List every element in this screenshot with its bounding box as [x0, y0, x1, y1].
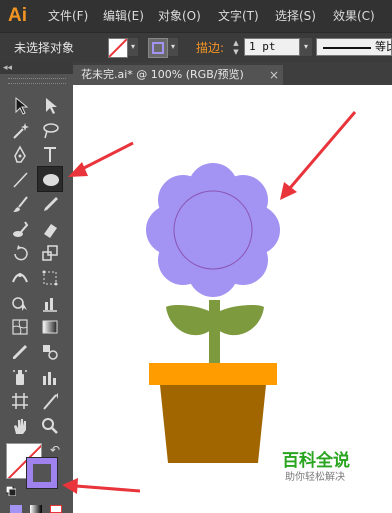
- swap-fill-stroke-icon[interactable]: ↶: [50, 444, 60, 456]
- magic-wand-tool[interactable]: [7, 117, 33, 143]
- paintbrush-tool[interactable]: [7, 191, 33, 217]
- document-tab-bar: 花未完.ai* @ 100% (RGB/预览) ×: [73, 62, 392, 85]
- width-icon: [12, 273, 28, 283]
- line-segment-icon: [13, 172, 28, 188]
- scale-icon: [42, 245, 58, 261]
- graph-tool[interactable]: [37, 290, 63, 316]
- stroke-profile-select[interactable]: 等比: [316, 38, 392, 56]
- gradient-tool[interactable]: [37, 314, 63, 340]
- ellipse-tool[interactable]: [37, 166, 63, 192]
- fill-color-swatch[interactable]: [108, 38, 128, 58]
- lasso-icon: [43, 123, 59, 139]
- artboard-icon: [12, 393, 28, 409]
- flower-petals: [146, 163, 280, 297]
- shape-builder-icon: [12, 297, 27, 311]
- stroke-dropdown-arrow[interactable]: ▾: [168, 38, 178, 56]
- paintbrush-icon: [13, 196, 28, 212]
- artboard-canvas[interactable]: [73, 85, 392, 513]
- rotate-icon: [14, 245, 28, 261]
- symbol-sprayer-tool[interactable]: [7, 364, 33, 390]
- mesh-icon: [12, 319, 28, 335]
- pen-icon: [14, 145, 26, 163]
- menu-effect[interactable]: 效果(C): [333, 8, 375, 24]
- profile-label: 等比: [375, 40, 392, 53]
- slice-tool[interactable]: [37, 388, 63, 414]
- selection-status: 未选择对象: [14, 41, 75, 55]
- flower-pot: [149, 363, 277, 463]
- eraser-icon: [44, 224, 57, 238]
- no-fill-icon: [109, 39, 127, 57]
- graph-icon: [43, 298, 57, 312]
- zoom-icon: [42, 418, 58, 434]
- pen-tool[interactable]: [7, 141, 33, 167]
- hand-icon: [14, 419, 26, 434]
- shape-builder-tool[interactable]: [7, 290, 33, 316]
- panel-grip[interactable]: [8, 78, 66, 84]
- document-tab-title: 花未完.ai* @ 100% (RGB/预览): [81, 68, 244, 81]
- zoom-tool[interactable]: [37, 413, 63, 439]
- color-mode-button[interactable]: [10, 505, 22, 513]
- document-tab[interactable]: 花未完.ai* @ 100% (RGB/预览) ×: [73, 65, 283, 85]
- menu-type[interactable]: 文字(T): [218, 8, 259, 24]
- menu-file[interactable]: 文件(F): [48, 8, 88, 24]
- profile-line-preview: [323, 47, 371, 49]
- width-tool[interactable]: [7, 265, 33, 291]
- free-transform-tool[interactable]: [37, 265, 63, 291]
- column-graph-tool[interactable]: [37, 364, 63, 390]
- fill-dropdown-arrow[interactable]: ▾: [128, 38, 138, 56]
- pencil-tool[interactable]: [37, 191, 63, 217]
- menu-edit[interactable]: 编辑(E): [103, 8, 144, 24]
- menu-bar: Ai 文件(F) 编辑(E) 对象(O) 文字(T) 选择(S) 效果(C): [0, 0, 392, 32]
- eraser-tool[interactable]: [37, 216, 63, 242]
- line-segment-tool[interactable]: [7, 166, 33, 192]
- gradient-mode-button[interactable]: [30, 505, 42, 513]
- stroke-square-icon: [152, 42, 164, 54]
- scale-tool[interactable]: [37, 240, 63, 266]
- stroke-color-swatch[interactable]: [148, 38, 168, 58]
- blob-brush-tool[interactable]: [7, 216, 33, 242]
- flower-artwork: [146, 163, 280, 463]
- free-transform-icon: [42, 270, 58, 286]
- blend-icon: [43, 345, 58, 360]
- type-tool[interactable]: [37, 141, 63, 167]
- collapse-icon[interactable]: ◂◂: [3, 62, 12, 74]
- eyedropper-tool[interactable]: [7, 339, 33, 365]
- hand-tool[interactable]: [7, 413, 33, 439]
- control-bar: 未选择对象 ▾ ▾ 描边: ▲ ▼ 1 pt ▾ 等比: [0, 32, 392, 64]
- menu-object[interactable]: 对象(O): [158, 8, 201, 24]
- stroke-weight-stepper[interactable]: ▲ ▼: [230, 39, 242, 57]
- type-icon: [44, 147, 56, 162]
- stroke-weight-input[interactable]: 1 pt: [244, 38, 300, 56]
- blob-brush-icon: [13, 221, 29, 237]
- artboard-tool[interactable]: [7, 388, 33, 414]
- direct-selection-tool[interactable]: [37, 92, 63, 118]
- direct-selection-icon: [46, 98, 57, 114]
- stroke-weight-dropdown[interactable]: ▾: [300, 38, 312, 56]
- selection-tool[interactable]: [7, 92, 33, 118]
- close-icon[interactable]: ×: [269, 67, 279, 83]
- blend-tool[interactable]: [37, 339, 63, 365]
- symbol-sprayer-icon: [13, 370, 27, 385]
- ellipse-icon: [43, 174, 59, 186]
- pencil-icon: [44, 197, 58, 211]
- app-logo: Ai: [8, 5, 27, 26]
- menu-select[interactable]: 选择(S): [275, 8, 316, 24]
- mesh-tool[interactable]: [7, 314, 33, 340]
- stroke-swatch-large[interactable]: [26, 457, 58, 489]
- lasso-tool[interactable]: [37, 117, 63, 143]
- eyedropper-icon: [13, 345, 27, 359]
- magic-wand-icon: [13, 123, 29, 139]
- stroke-label[interactable]: 描边:: [196, 40, 224, 56]
- default-colors-icon[interactable]: [6, 486, 16, 496]
- column-graph-icon: [43, 372, 56, 385]
- none-mode-button[interactable]: [50, 505, 62, 513]
- flower-stem-and-leaves: [166, 300, 264, 370]
- watermark-subtitle: 助你轻松解决: [285, 472, 345, 483]
- watermark-title: 百科全说: [282, 451, 350, 470]
- gradient-icon: [42, 320, 58, 334]
- tools-panel-header: ◂◂: [0, 62, 73, 74]
- selection-icon: [15, 96, 29, 115]
- slice-icon: [43, 393, 58, 410]
- rotate-tool[interactable]: [7, 240, 33, 266]
